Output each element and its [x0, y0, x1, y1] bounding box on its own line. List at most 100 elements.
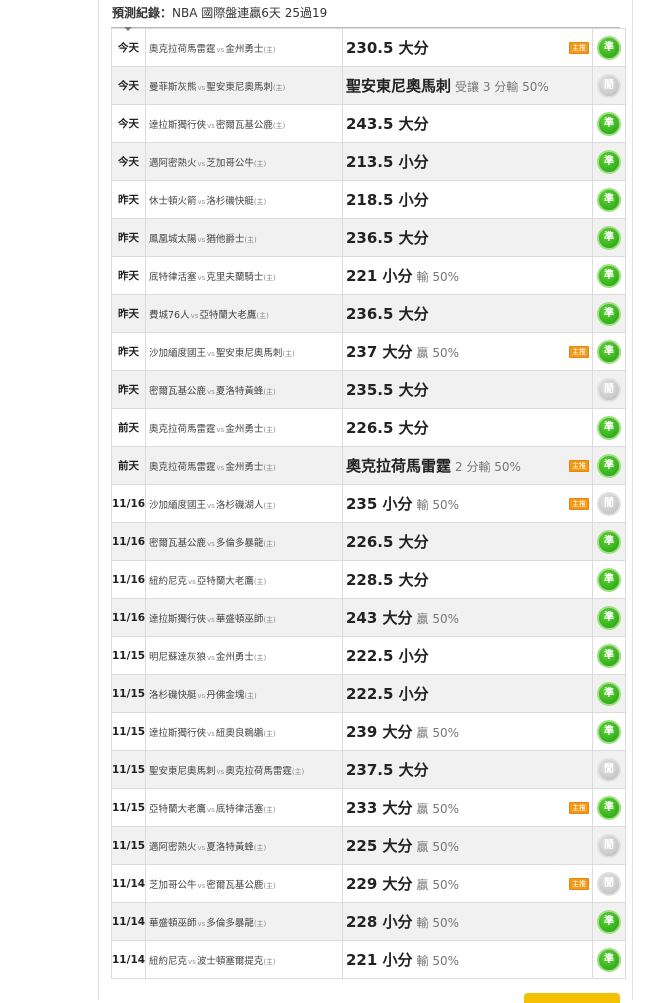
pick-value: 221 小分	[346, 951, 413, 969]
home-team: 密爾瓦基公鹿	[206, 879, 264, 891]
row-matchup[interactable]: 奧克拉荷馬雷霆vs金州勇士(主)	[145, 446, 343, 485]
row-matchup[interactable]: 沙加緬度國王vs洛杉磯湖人(主)	[145, 484, 343, 523]
row-matchup[interactable]: 達拉斯獨行俠vs密爾瓦基公鹿(主)	[145, 104, 343, 143]
row-matchup[interactable]: 亞特蘭大老鷹vs底特律活塞(主)	[145, 788, 343, 827]
row-matchup[interactable]: 底特律活塞vs克里夫蘭騎士(主)	[145, 256, 343, 295]
result-badge-icon: 準	[597, 643, 621, 668]
home-tag: (主)	[263, 881, 276, 890]
row-result: 準	[592, 256, 626, 295]
result-badge-icon: 準	[597, 567, 621, 592]
row-matchup[interactable]: 密爾瓦基公鹿vs夏洛特黃蜂(主)	[145, 370, 343, 409]
home-tag: (主)	[244, 691, 257, 700]
row-matchup[interactable]: 洛杉磯快艇vs丹佛金塊(主)	[145, 674, 343, 713]
pick-value: 229 大分	[346, 875, 413, 893]
result-badge-icon: 準	[597, 149, 621, 174]
row-pick: 229 大分贏 50% 主推	[342, 864, 593, 903]
vs-label: vs	[207, 501, 215, 510]
row-pick: 230.5 大分 主推	[342, 28, 593, 67]
row-day: 11/14	[111, 940, 146, 979]
row-matchup[interactable]: 沙加緬度國王vs聖安東尼奧馬刺(主)	[145, 332, 343, 371]
vs-label: vs	[197, 919, 206, 928]
row-result: 閒	[592, 826, 626, 865]
pro-tag: 主推	[569, 498, 589, 510]
table-row: 昨天 費城76人vs亞特蘭大老鷹(主) 236.5 大分準	[111, 294, 626, 333]
row-matchup[interactable]: 芝加哥公牛vs密爾瓦基公鹿(主)	[145, 864, 343, 903]
row-day: 11/15	[111, 636, 146, 675]
home-team: 克里夫蘭騎士	[206, 271, 264, 283]
away-team: 邁阿密熱火	[149, 841, 197, 853]
row-result: 閒	[592, 66, 626, 105]
row-day: 昨天	[111, 256, 146, 295]
away-team: 達拉斯獨行俠	[149, 119, 207, 131]
row-pick: 243.5 大分	[342, 104, 593, 143]
row-pick: 236.5 大分	[342, 218, 593, 257]
away-team: 聖安東尼奧馬刺	[149, 765, 216, 777]
row-pick: 222.5 小分	[342, 636, 593, 675]
row-matchup[interactable]: 紐約尼克vs亞特蘭大老鷹(主)	[145, 560, 343, 599]
row-matchup[interactable]: 聖安東尼奧馬刺vs奧克拉荷馬雷霆(主)	[145, 750, 343, 789]
result-badge-icon: 準	[597, 719, 621, 744]
home-team: 洛杉磯快艇	[206, 195, 254, 207]
row-matchup[interactable]: 紐約尼克vs波士頓塞爾提克(主)	[145, 940, 343, 979]
row-matchup[interactable]: 華盛頓巫師vs多倫多暴龍(主)	[145, 902, 343, 941]
home-tag: (主)	[263, 425, 276, 434]
home-tag: (主)	[282, 349, 295, 358]
pick-detail: 輸 50%	[416, 270, 460, 284]
home-team: 洛杉磯湖人	[215, 499, 264, 511]
row-matchup[interactable]: 費城76人vs亞特蘭大老鷹(主)	[145, 294, 343, 333]
prediction-table: 今天 奧克拉荷馬雷霆vs金州勇士(主) 230.5 大分 主推準今天 曼菲斯灰熊vs聖安…	[111, 28, 626, 979]
home-team: 奧克拉荷馬雷霆	[225, 765, 292, 777]
more-button[interactable]	[524, 993, 620, 1003]
home-tag: (主)	[256, 311, 269, 320]
row-day: 昨天	[111, 332, 146, 371]
away-team: 密爾瓦基公鹿	[149, 385, 207, 397]
row-matchup[interactable]: 曼菲斯灰熊vs聖安東尼奧馬刺(主)	[145, 66, 343, 105]
home-team: 聖安東尼奧馬刺	[215, 347, 283, 359]
row-matchup[interactable]: 奧克拉荷馬雷霆vs金州勇士(主)	[145, 408, 343, 447]
row-day: 昨天	[111, 218, 146, 257]
pick-value: 237.5 大分	[346, 761, 429, 779]
row-result: 準	[592, 712, 626, 751]
row-pick: 235.5 大分	[342, 370, 593, 409]
away-team: 芝加哥公牛	[149, 879, 197, 891]
away-team: 達拉斯獨行俠	[149, 613, 207, 625]
table-row: 11/16 密爾瓦基公鹿vs多倫多暴龍(主) 226.5 大分準	[111, 522, 626, 561]
result-badge-icon: 閒	[597, 377, 621, 402]
home-team: 夏洛特黃蜂	[215, 385, 264, 397]
away-team: 明尼蘇達灰狼	[149, 651, 207, 663]
pick-value: 222.5 小分	[346, 685, 429, 703]
pick-detail: 贏 50%	[416, 802, 460, 816]
home-tag: (主)	[253, 577, 267, 586]
row-matchup[interactable]: 達拉斯獨行俠vs紐奧良鵜鶘(主)	[145, 712, 343, 751]
row-matchup[interactable]: 邁阿密熱火vs芝加哥公牛(主)	[145, 142, 343, 181]
home-tag: (主)	[263, 387, 276, 396]
table-row: 前天 奧克拉荷馬雷霆vs金州勇士(主) 奧克拉荷馬雷霆 2 分輸 50% 主推準	[111, 446, 626, 485]
row-matchup[interactable]: 鳳凰城太陽vs猶他爵士(主)	[145, 218, 343, 257]
row-matchup[interactable]: 密爾瓦基公鹿vs多倫多暴龍(主)	[145, 522, 343, 561]
pick-value: 228.5 大分	[346, 571, 429, 589]
row-day: 11/14	[111, 864, 146, 903]
row-day: 11/15	[111, 788, 146, 827]
away-team: 邁阿密熱火	[149, 157, 197, 169]
home-team: 波士頓塞爾提克	[196, 955, 264, 967]
result-badge-icon: 準	[597, 301, 621, 326]
home-tag: (主)	[272, 121, 286, 130]
row-result: 準	[592, 522, 626, 561]
pick-value: 235.5 大分	[346, 381, 429, 399]
row-matchup[interactable]: 邁阿密熱火vs夏洛特黃蜂(主)	[145, 826, 343, 865]
table-row: 昨天 底特律活塞vs克里夫蘭騎士(主) 221 小分輸 50% 準	[111, 256, 626, 295]
pick-value: 213.5 小分	[346, 153, 429, 171]
row-matchup[interactable]: 奧克拉荷馬雷霆vs金州勇士(主)	[145, 28, 343, 67]
row-matchup[interactable]: 明尼蘇達灰狼vs金州勇士(主)	[145, 636, 343, 675]
vs-label: vs	[197, 83, 206, 92]
row-matchup[interactable]: 達拉斯獨行俠vs華盛頓巫師(主)	[145, 598, 343, 637]
row-matchup[interactable]: 休士頓火箭vs洛杉磯快艇(主)	[145, 180, 343, 219]
pick-value: 228 小分	[346, 913, 413, 931]
pick-detail: 受讓 3 分輸 50%	[455, 80, 549, 94]
record-summary: NBA 國際盤連贏6天 25過19	[172, 6, 328, 20]
vs-label: vs	[197, 843, 206, 852]
row-pick: 236.5 大分	[342, 294, 593, 333]
away-team: 底特律活塞	[149, 271, 197, 283]
away-team: 奧克拉荷馬雷霆	[149, 461, 216, 473]
away-team: 華盛頓巫師	[149, 917, 197, 929]
